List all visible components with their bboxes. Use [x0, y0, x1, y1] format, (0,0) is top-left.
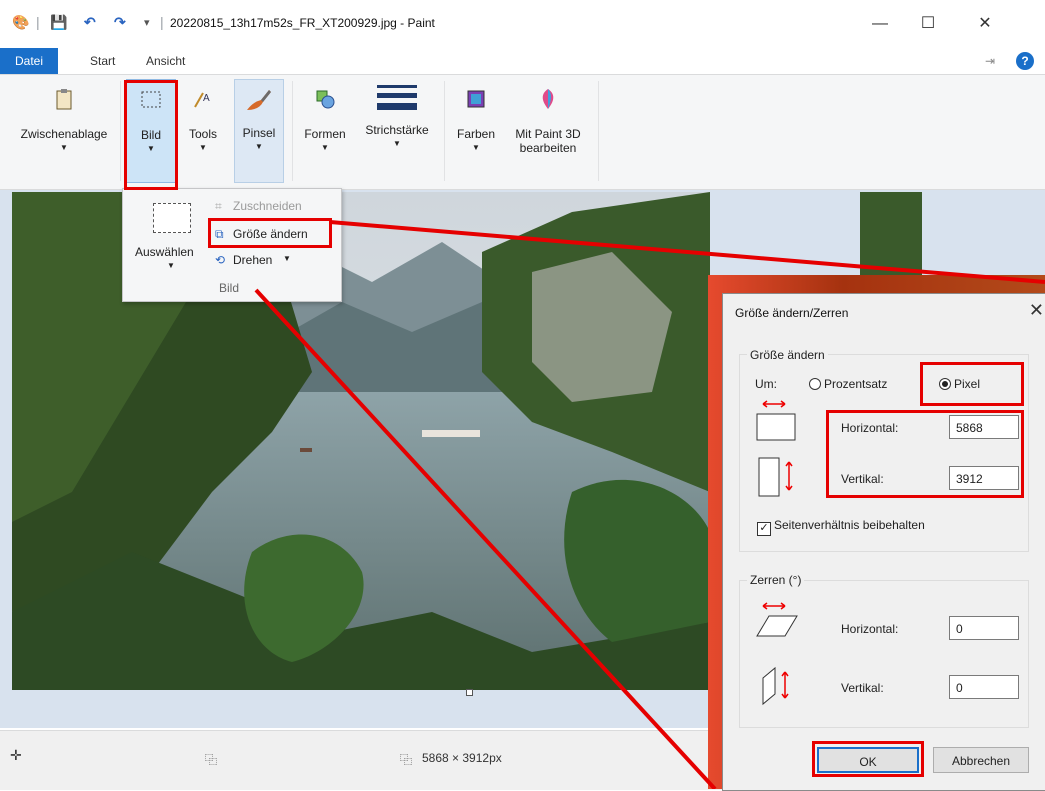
paint3d-icon — [542, 89, 554, 109]
menu-item-zuschneiden: Zuschneiden — [233, 199, 302, 213]
selection-size-icon: ⿻ — [205, 753, 218, 767]
skew-vertikal-label: Vertikal: — [841, 681, 884, 695]
ribbon-group-label: Strichstärke — [365, 123, 429, 137]
annotation-highlight-pixel — [920, 362, 1024, 406]
tab-start[interactable]: Start — [80, 48, 125, 74]
help-icon[interactable]: ? — [1016, 52, 1034, 70]
ribbon-group-shapes[interactable]: Formen ▼ — [298, 79, 352, 183]
ribbon-group-label: Farben — [456, 127, 496, 141]
clipboard-icon — [56, 89, 72, 110]
chevron-down-icon: ▼ — [472, 143, 480, 152]
separator: | — [36, 14, 40, 30]
title-bar: 🎨 | 💾 ↶ ↷ ▾ | 20220815_13h17m52s_FR_XT20… — [0, 0, 1045, 46]
annotation-highlight-groesse-aendern — [208, 218, 332, 248]
skew-group-label: Zerren (°) — [747, 573, 805, 587]
chevron-down-icon: ▼ — [60, 143, 68, 152]
close-icon[interactable]: ✕ — [1029, 300, 1044, 321]
chevron-down-icon: ▼ — [393, 139, 401, 148]
divider — [444, 81, 445, 181]
um-label: Um: — [755, 377, 777, 391]
resize-group-label: Größe ändern — [747, 348, 828, 362]
paint-app-icon: 🎨 — [12, 14, 30, 30]
chevron-down-icon: ▼ — [255, 142, 263, 151]
tab-ansicht[interactable]: Ansicht — [136, 48, 195, 74]
pin-ribbon-icon[interactable]: ⇥ — [985, 54, 995, 68]
image-size-icon: ⿻ — [400, 753, 413, 767]
chevron-down-icon[interactable]: ▼ — [283, 254, 291, 263]
radio-prozentsatz[interactable]: Prozentsatz — [809, 377, 887, 391]
maximize-button[interactable]: ☐ — [908, 10, 948, 38]
chevron-down-icon[interactable]: ▼ — [167, 261, 175, 270]
save-icon[interactable]: 💾 — [50, 14, 67, 31]
ribbon-tabs: Datei Start Ansicht ⇥ ? — [0, 48, 1045, 75]
ribbon-group-label: Mit Paint 3D bearbeiten — [515, 127, 581, 155]
divider — [120, 81, 121, 181]
colors-icon — [467, 90, 485, 108]
svg-text:A: A — [203, 93, 210, 104]
tab-datei[interactable]: Datei — [0, 48, 58, 74]
ribbon-group-label: Tools — [188, 127, 217, 141]
shapes-icon — [316, 90, 335, 109]
annotation-highlight-bild — [124, 80, 178, 190]
canvas-image[interactable] — [12, 192, 710, 690]
cancel-button[interactable]: Abbrechen — [933, 747, 1029, 773]
annotation-highlight-size-values — [826, 410, 1024, 498]
divider — [292, 81, 293, 181]
ribbon-group-colors[interactable]: Farben ▼ — [450, 79, 502, 183]
dialog-title: Größe ändern/Zerren — [735, 306, 849, 320]
ribbon-group-label: Zwischenablage — [20, 127, 108, 141]
ribbon-group-tools[interactable]: A Tools ▼ — [180, 79, 226, 183]
skew-horizontal-input[interactable]: 0 — [949, 616, 1019, 640]
annotation-highlight-ok — [812, 741, 924, 777]
rotate-icon: ⟲ — [215, 253, 226, 267]
window-title: 20220815_13h17m52s_FR_XT200929.jpg - Pai… — [170, 16, 435, 30]
ribbon-group-stroke[interactable]: Strichstärke ▼ — [356, 79, 438, 183]
vertical-skew-icon — [762, 666, 789, 706]
ribbon-group-label: Formen — [304, 127, 346, 141]
ribbon-group-clipboard[interactable]: Zwischenablage ▼ — [8, 79, 120, 183]
photo-lake-mountains — [12, 192, 710, 690]
separator: | — [160, 14, 164, 30]
checkbox-checked-icon: ✓ — [757, 522, 771, 536]
menu-item-auswaehlen[interactable]: Auswählen — [135, 245, 194, 259]
undo-icon[interactable]: ↶ — [84, 14, 96, 31]
quick-access-dropdown-icon[interactable]: ▾ — [144, 16, 150, 29]
cursor-position-icon: ✛ — [10, 747, 22, 763]
skew-horizontal-label: Horizontal: — [841, 622, 899, 636]
chevron-down-icon: ▼ — [321, 143, 329, 152]
resize-handle[interactable] — [466, 689, 473, 696]
ribbon-group-label: Pinsel — [242, 126, 276, 140]
crop-icon: ⌗ — [215, 199, 222, 213]
skew-vertikal-input[interactable]: 0 — [949, 675, 1019, 699]
vertical-resize-icon — [758, 457, 793, 497]
keep-ratio-checkbox[interactable]: ✓ Seitenverhältnis beibehalten — [757, 518, 925, 536]
radio-icon — [809, 378, 821, 390]
divider — [598, 81, 599, 181]
image-size: 5868 × 3912px — [422, 751, 502, 765]
minimize-button[interactable]: — — [860, 10, 900, 38]
ribbon-group-brush[interactable]: Pinsel ▼ — [234, 79, 284, 183]
edit-with-paint3d-button[interactable]: Mit Paint 3D bearbeiten — [506, 79, 590, 183]
stroke-icon — [377, 85, 417, 110]
horizontal-resize-icon — [756, 400, 796, 441]
redo-icon[interactable]: ↷ — [114, 14, 126, 31]
menu-item-drehen[interactable]: Drehen — [233, 253, 272, 267]
menu-group-label: Bild — [219, 281, 240, 295]
tools-icon: A — [194, 92, 210, 108]
close-button[interactable]: ✕ — [965, 10, 1005, 38]
horizontal-skew-icon — [756, 602, 798, 637]
select-icon — [153, 203, 191, 233]
brush-icon — [247, 90, 271, 110]
chevron-down-icon: ▼ — [199, 143, 207, 152]
